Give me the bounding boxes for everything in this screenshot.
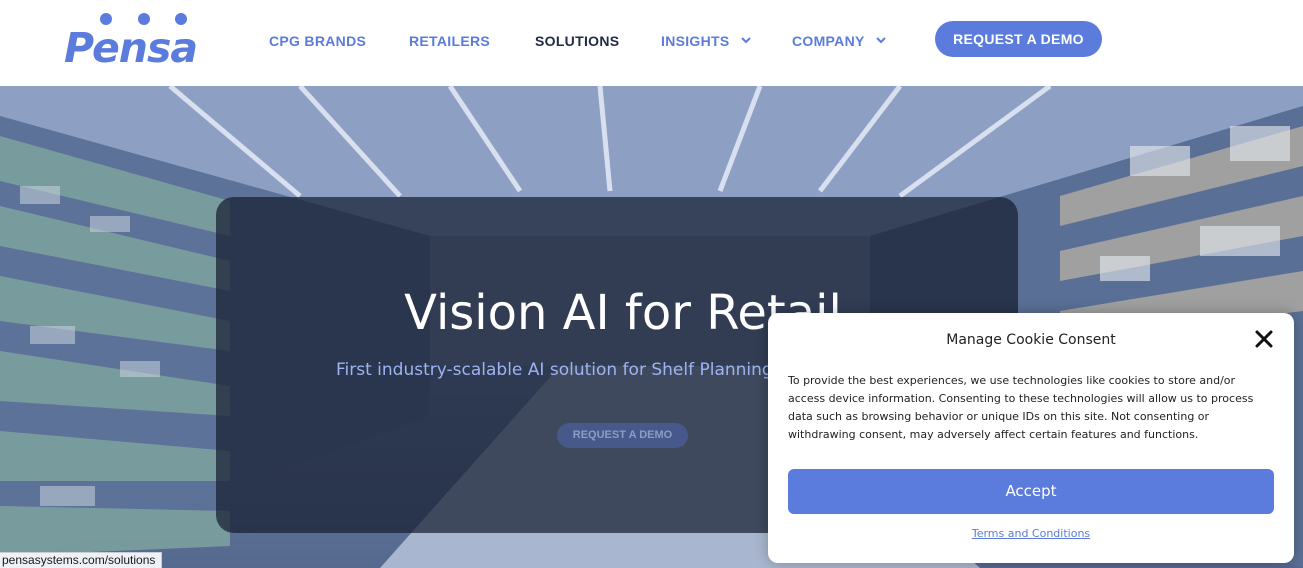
nav-item-label: SOLUTIONS	[535, 33, 620, 49]
nav-item-company[interactable]: COMPANY	[792, 33, 886, 49]
close-icon[interactable]	[1254, 329, 1274, 349]
chevron-down-icon	[741, 37, 751, 44]
nav-item-label: CPG BRANDS	[269, 33, 367, 49]
request-demo-button[interactable]: REQUEST A DEMO	[935, 21, 1102, 57]
site-header: Pensa CPG BRANDS RETAILERS SOLUTIONS INS…	[0, 0, 1303, 86]
nav-item-label: COMPANY	[792, 33, 865, 49]
accept-button[interactable]: Accept	[788, 469, 1274, 514]
nav-item-label: INSIGHTS	[661, 33, 730, 49]
chevron-down-icon	[875, 37, 886, 44]
terms-link[interactable]: Terms and Conditions	[768, 527, 1294, 540]
pensa-logo[interactable]: Pensa	[64, 10, 204, 72]
hero-subtitle: First industry-scalable AI solution for …	[336, 360, 813, 380]
hero-request-demo-button[interactable]: REQUEST A DEMO	[557, 423, 688, 448]
nav-item-insights[interactable]: INSIGHTS	[661, 33, 751, 49]
nav-item-retailers[interactable]: RETAILERS	[409, 33, 490, 49]
nav-item-cpg-brands[interactable]: CPG BRANDS	[269, 33, 366, 49]
cookie-dialog-title: Manage Cookie Consent	[946, 332, 1116, 348]
cookie-consent-dialog: Manage Cookie Consent To provide the bes…	[768, 313, 1294, 563]
nav-item-solutions[interactable]: SOLUTIONS	[535, 33, 619, 49]
status-bar-url: pensasystems.com/solutions	[0, 552, 163, 568]
cookie-dialog-body: To provide the best experiences, we use …	[788, 374, 1254, 441]
logo-wordmark: Pensa	[64, 24, 198, 72]
nav-item-label: RETAILERS	[409, 33, 490, 49]
